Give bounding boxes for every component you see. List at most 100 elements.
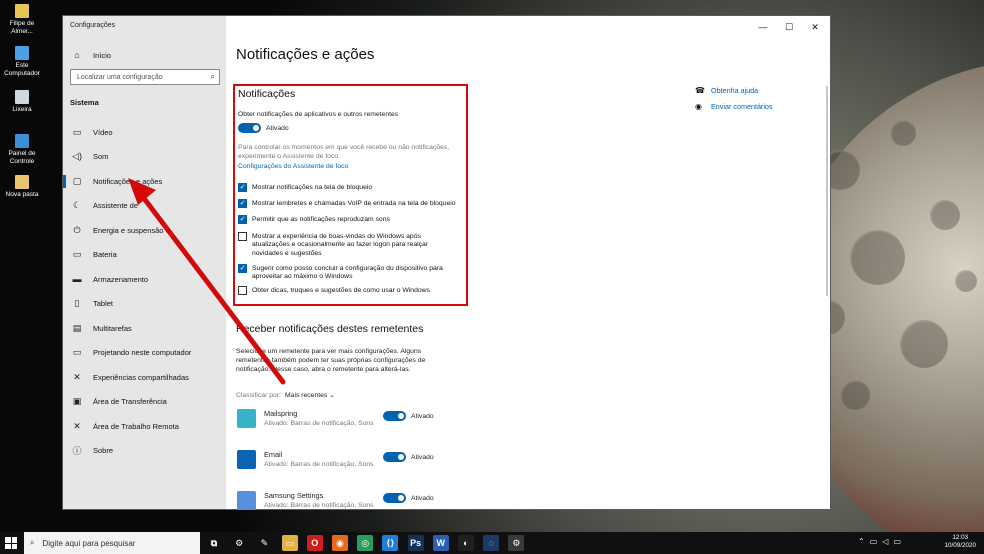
desktop-icon-label: Lixeira [12,106,32,113]
app-status: Ativado: Barras de notificação, Sons [264,420,374,427]
close-button[interactable]: ✕ [802,16,828,38]
battery-icon: ▭ [893,537,906,546]
firefox-icon[interactable]: ◉ [332,535,348,551]
checkbox[interactable]: ✓ [238,264,247,273]
sidebar-item-label: Som [93,152,109,161]
sort-label: Classificar por: [236,392,281,399]
app-toggle-state: Ativado [411,495,434,502]
clipboard-icon: ▣ [72,396,82,406]
sidebar-item-label: Bateria [93,250,117,259]
checkbox-label-line: novidades e sugestões [252,249,322,257]
sidebar-item[interactable]: ▭ Projetando neste computador [70,345,192,361]
help-link[interactable]: ☎ Obtenha ajuda [695,86,758,95]
sort-dropdown[interactable]: Mais recentes ⌄ [285,391,335,400]
app-toggle[interactable] [383,411,406,421]
sidebar-item[interactable]: ☾ Assistente de [70,198,138,214]
settings-icon[interactable]: ⚙ [231,535,248,551]
taskbar-search-placeholder: Digite aqui para pesquisar [42,538,136,548]
sidebar-item[interactable]: ▣ Área de Transferência [70,394,167,410]
checkbox[interactable]: ✓ [238,215,247,224]
dev-tool-icon[interactable]: ✎ [256,535,273,551]
senders-heading: Receber notificações destes remetentes [236,323,424,335]
taskbar-search-box[interactable]: ⌕ Digite aqui para pesquisar [24,532,200,554]
scrollbar[interactable] [826,86,828,296]
remote-icon: ✕ [73,420,81,431]
sidebar-item[interactable]: ▤ Multitarefas [70,320,132,336]
checkbox-label-line: Obter dicas, truques e sugestões de como… [252,286,430,294]
settings-active-icon[interactable]: ⚙ [508,535,525,551]
notifications-toggle[interactable] [238,123,261,133]
desktop-icon[interactable]: Este Computador [0,46,44,78]
desktop-icon-label: Filipe de Almei... [9,20,35,35]
network-icon: ▭ [869,537,883,546]
sidebar-item[interactable]: ◁) Som [70,149,108,165]
start-button[interactable] [5,537,17,549]
checkbox-label-line: Sugerir como posso concluir a configuraç… [252,264,443,272]
maximize-button[interactable]: ☐ [776,16,802,38]
sidebar-item[interactable]: ▢ Notificações e ações [70,173,162,189]
sidebar-item[interactable]: ▯ Tablet [70,296,114,312]
search-placeholder: Localizar uma configuração [77,73,163,81]
sidebar-home[interactable]: ⌂ Início [70,47,111,63]
taskbar-clock[interactable]: 12:03 10/09/2020 [944,534,976,550]
shared-icon: ✕ [73,371,81,382]
settings-search-input[interactable]: Localizar uma configuração ⌕ [70,69,220,85]
focus-assist-link[interactable]: Configurações do Assistente de foco [238,162,348,171]
checkbox[interactable]: ✓ [238,199,247,208]
desktop-icon-label: Este Computador [4,62,40,77]
photoshop-icon[interactable]: Ps [407,535,424,551]
app-name: Email [264,450,283,459]
sender-row[interactable]: Mailspring Ativado: Barras de notificação… [226,409,466,439]
checkbox[interactable] [238,232,247,241]
minimize-button[interactable]: — [750,16,776,38]
battery-icon: ▭ [72,249,82,259]
vscode-icon[interactable]: ⟨⟩ [382,535,399,551]
sidebar-item-label: Assistente de [93,201,139,210]
notifications-highlight-box: Notificações Obter notificações de aplic… [233,84,468,306]
sidebar-item[interactable]: ✕ Experiências compartilhadas [70,369,189,385]
desktop-icon[interactable]: Nova pasta [0,175,44,199]
app-name: Mailspring [264,409,298,418]
checkbox-label-line: Mostrar a experiência de boas-vindas do … [252,232,421,240]
selection-indicator [63,174,66,188]
settings-window: Configurações ⌂ Início Localizar uma con… [62,15,831,510]
github-icon[interactable]: ◐ [458,535,474,551]
sidebar-item-label: Energia e suspensão [93,225,164,235]
sidebar-item[interactable]: ⓘ Sobre [70,443,113,459]
help-link[interactable]: ◉ Enviar comentários [695,102,773,111]
app-toggle[interactable] [383,452,406,462]
help-icon: ☎ [695,86,705,95]
senders-desc-1: Selecione um remetente para ver mais con… [236,348,422,355]
task-view-icon[interactable]: ⧉ [206,535,222,551]
sidebar-item-label: Sobre [93,446,114,455]
file-explorer-icon[interactable]: ▭ [281,535,298,551]
sidebar-item[interactable]: ✕ Área de Trabalho Remota [70,418,179,434]
desktop-icon[interactable]: Filipe de Almei... [0,4,44,36]
chevron-down-icon: ⌄ [329,392,335,399]
volume-icon: ◁ [882,537,894,546]
sidebar-item-label: Tablet [93,299,114,308]
checkbox[interactable]: ✓ [238,183,247,192]
app-toggle[interactable] [383,493,406,503]
word-icon[interactable]: W [432,535,449,551]
taskbar: ⌕ Digite aqui para pesquisar ⧉ ⚙ ✎ ▭ O ◉ ◎ ⟨⟩ Ps… [0,532,984,554]
home-icon: ⌂ [74,50,80,60]
checkbox[interactable] [238,286,247,295]
sidebar-item[interactable]: ⏻ Energia e suspensão [70,222,163,238]
sidebar-item[interactable]: ▬ Armazenamento [70,271,149,287]
settings-sidebar: Configurações ⌂ Início Localizar uma con… [63,16,226,509]
system-tray[interactable]: ⌃▭◁▭ [858,537,906,546]
search-icon: ⌕ [30,538,35,547]
desktop-icon[interactable]: Painel de Controle [0,134,44,166]
sidebar-item[interactable]: ▭ Vídeo [70,124,113,140]
sidebar-item[interactable]: ▭ Bateria [70,247,117,263]
steam-icon[interactable]: ◌ [483,535,500,551]
sender-row[interactable]: Samsung Settings Ativado: Barras de notif… [226,491,466,521]
tablet-icon: ▯ [74,298,80,308]
opera-icon[interactable]: O [306,535,323,551]
clock-time: 12:03 [952,534,969,541]
sender-row[interactable]: Email Ativado: Barras de notificação, Son… [226,450,466,480]
checkbox-label-line: Mostrar lembretes e chamadas VoIP de ent… [252,199,456,207]
chat-icon[interactable]: ◎ [357,535,374,551]
desktop-icon[interactable]: Lixeira [0,90,44,114]
